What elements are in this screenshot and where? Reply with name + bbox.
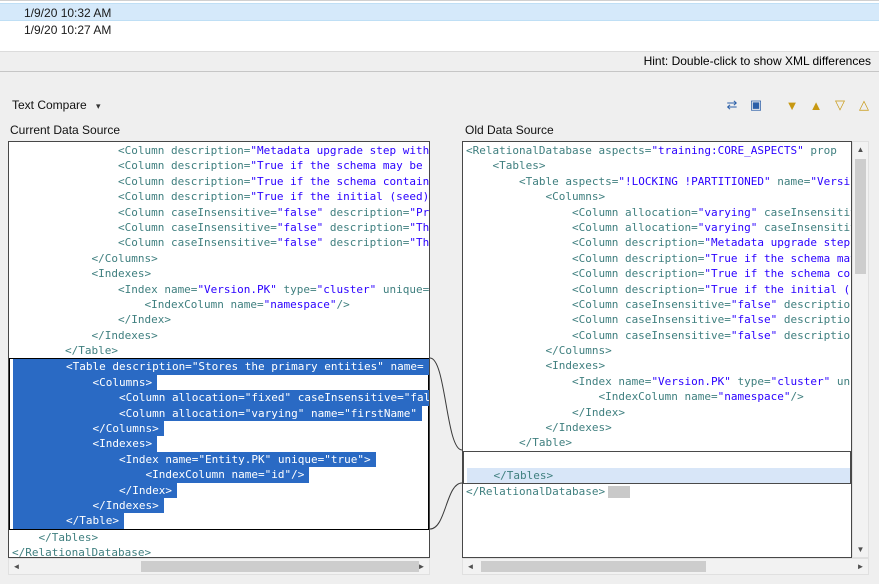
code-line[interactable]: </Indexes>: [466, 420, 851, 435]
right-horizontal-scrollbar[interactable]: ◄ ►: [462, 558, 869, 575]
code-line[interactable]: <Indexes>: [466, 358, 851, 373]
empty-selection-marker: [608, 486, 630, 498]
code-line[interactable]: <Column description="True if the schema …: [12, 174, 429, 189]
code-line[interactable]: <Table description="Stores the primary e…: [13, 359, 428, 374]
previous-difference-icon[interactable]: ▲: [805, 94, 827, 116]
diff-connector: [430, 141, 462, 558]
code-line[interactable]: <Column allocation="fixed" caseInsensiti…: [13, 390, 428, 405]
code-line[interactable]: <Column allocation="varying" caseInsensi…: [466, 220, 851, 235]
code-line[interactable]: <Columns>: [466, 189, 851, 204]
code-line[interactable]: </Columns>: [12, 251, 429, 266]
code-line[interactable]: <Column caseInsensitive="false" descript…: [466, 297, 851, 312]
history-row-date: 1/9/20 10:27 AM: [24, 23, 111, 37]
scroll-left-icon[interactable]: ◄: [9, 559, 24, 574]
code-line[interactable]: </Index>: [466, 405, 851, 420]
swap-left-and-right-icon[interactable]: ⇄: [721, 94, 743, 116]
code-line[interactable]: <Indexes>: [12, 266, 429, 281]
vertical-scrollbar[interactable]: ▲ ▼: [852, 141, 869, 558]
left-horizontal-scrollbar[interactable]: ◄ ►: [8, 558, 430, 575]
scroll-down-icon[interactable]: ▼: [853, 542, 868, 557]
code-line[interactable]: </Table>: [13, 513, 428, 528]
right-pane-title: Old Data Source: [465, 123, 554, 137]
scroll-up-icon[interactable]: ▲: [853, 142, 868, 157]
code-line[interactable]: </RelationalDatabase>: [12, 545, 429, 558]
code-line[interactable]: </Index>: [12, 312, 429, 327]
chevron-down-icon: ▾: [96, 101, 101, 111]
code-line[interactable]: </Tables>: [12, 530, 429, 545]
history-row[interactable]: 1/9/20 10:32 AM: [0, 3, 879, 21]
code-line[interactable]: </Tables>: [467, 468, 850, 483]
code-line[interactable]: <RelationalDatabase aspects="training:CO…: [466, 143, 851, 158]
previous-change-icon[interactable]: △: [853, 94, 875, 116]
history-row[interactable]: 1/9/20 10:27 AM: [0, 21, 879, 39]
hint-text: Hint: Double-click to show XML differenc…: [0, 51, 879, 72]
code-line[interactable]: <Column description="True if the schema …: [466, 251, 851, 266]
scroll-right-icon[interactable]: ►: [853, 559, 868, 574]
history-panel: 1/9/20 10:32 AM 1/9/20 10:27 AM Hint: Do…: [0, 0, 879, 72]
view-mode-dropdown[interactable]: Text Compare ▾: [12, 98, 101, 112]
code-line[interactable]: <Column allocation="varying" caseInsensi…: [466, 205, 851, 220]
right-pane-content[interactable]: <RelationalDatabase aspects="training:CO…: [462, 141, 852, 558]
code-line[interactable]: </Table>: [12, 343, 429, 358]
diff-target-box: </Tables>: [463, 451, 851, 484]
left-pane-content[interactable]: <Column description="Metadata upgrade st…: [8, 141, 430, 558]
code-line[interactable]: <IndexColumn name="namespace"/>: [12, 297, 429, 312]
diff-alignment-gap: [467, 452, 850, 468]
left-hscroll-thumb[interactable]: [141, 561, 419, 572]
history-row-date: 1/9/20 10:32 AM: [24, 6, 111, 20]
code-line[interactable]: <Tables>: [466, 158, 851, 173]
show-ancestor-pane-icon[interactable]: ▣: [745, 94, 767, 116]
code-line[interactable]: <Column description="Metadata upgrade st…: [466, 235, 851, 250]
code-line[interactable]: <Column allocation="varying" name="first…: [13, 406, 428, 421]
code-line[interactable]: <Column caseInsensitive="false" descript…: [12, 205, 429, 220]
code-line[interactable]: </RelationalDatabase>: [466, 484, 851, 499]
code-line[interactable]: <Column description="True if the initial…: [12, 189, 429, 204]
left-pane-title: Current Data Source: [10, 123, 120, 137]
next-change-icon[interactable]: ▽: [829, 94, 851, 116]
code-line[interactable]: </Columns>: [13, 421, 428, 436]
code-line[interactable]: <Indexes>: [13, 436, 428, 451]
code-line[interactable]: <Column description="True if the initial…: [466, 282, 851, 297]
code-line[interactable]: <Table aspects="!LOCKING !PARTITIONED" n…: [466, 174, 851, 189]
code-line[interactable]: <Column caseInsensitive="false" descript…: [466, 328, 851, 343]
code-line[interactable]: <Column caseInsensitive="false" descript…: [12, 235, 429, 250]
code-line[interactable]: <Index name="Entity.PK" unique="true">: [13, 452, 428, 467]
diff-change-box: <Table description="Stores the primary e…: [9, 358, 429, 529]
code-line[interactable]: <Column description="True if the schema …: [12, 158, 429, 173]
code-line[interactable]: <Column description="Metadata upgrade st…: [12, 143, 429, 158]
view-mode-label: Text Compare: [12, 98, 87, 112]
code-line[interactable]: <Columns>: [13, 375, 428, 390]
code-line[interactable]: <Index name="Version.PK" type="cluster" …: [12, 282, 429, 297]
code-line[interactable]: <IndexColumn name="namespace"/>: [466, 389, 851, 404]
right-hscroll-thumb[interactable]: [481, 561, 706, 572]
code-line[interactable]: <IndexColumn name="id"/>: [13, 467, 428, 482]
code-line[interactable]: </Indexes>: [12, 328, 429, 343]
code-line[interactable]: <Column caseInsensitive="false" descript…: [466, 312, 851, 327]
code-line[interactable]: <Column description="True if the schema …: [466, 266, 851, 281]
scroll-right-icon[interactable]: ►: [414, 559, 429, 574]
next-difference-icon[interactable]: ▼: [781, 94, 803, 116]
code-line[interactable]: <Column caseInsensitive="false" descript…: [12, 220, 429, 235]
code-line[interactable]: </Indexes>: [13, 498, 428, 513]
code-line[interactable]: </Index>: [13, 483, 428, 498]
code-line[interactable]: </Table>: [466, 435, 851, 450]
code-line[interactable]: </Columns>: [466, 343, 851, 358]
vscroll-thumb[interactable]: [855, 159, 866, 274]
scroll-left-icon[interactable]: ◄: [463, 559, 478, 574]
compare-toolbar-icons: ⇄▣ ▼▲▽△: [719, 94, 875, 116]
code-line[interactable]: <Index name="Version.PK" type="cluster" …: [466, 374, 851, 389]
